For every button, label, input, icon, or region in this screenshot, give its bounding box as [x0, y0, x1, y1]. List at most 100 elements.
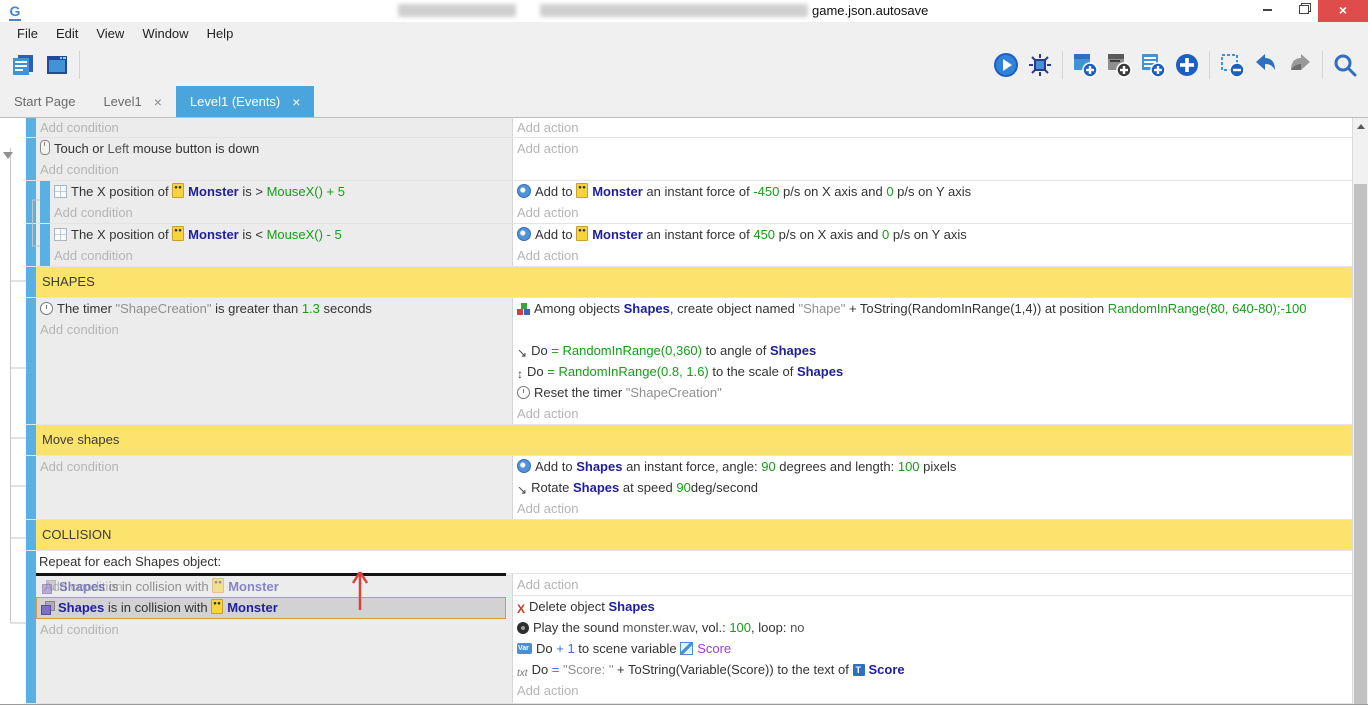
scrollbar-thumb[interactable]: [1354, 184, 1367, 704]
comment-header[interactable]: SHAPES: [36, 267, 1352, 297]
menu-edit[interactable]: Edit: [47, 26, 87, 41]
comment-header[interactable]: Move shapes: [36, 425, 1352, 455]
remove-event-icon[interactable]: [1215, 48, 1249, 82]
subevent-bar[interactable]: [40, 181, 50, 223]
angle-icon: [517, 342, 527, 361]
menu-view[interactable]: View: [87, 26, 133, 41]
action-shapes-rotate[interactable]: Rotate Shapes at speed 90deg/second: [513, 477, 1352, 498]
event-bar[interactable]: [26, 520, 36, 550]
event-touch: Touch or Left mouse button is down Add c…: [26, 138, 1352, 181]
monster-icon: [172, 183, 184, 198]
add-action-link[interactable]: Add action: [513, 680, 1352, 701]
scene-editor-icon[interactable]: [40, 48, 74, 82]
toolbar-separator: [1209, 51, 1210, 79]
action-set-scale[interactable]: Do = RandomInRange(0.8, 1.6) to the scal…: [513, 361, 1352, 382]
event-bar[interactable]: [26, 224, 36, 266]
menu-window[interactable]: Window: [133, 26, 197, 41]
comment-shapes: SHAPES: [26, 267, 1352, 298]
close-tab-icon[interactable]: [292, 94, 300, 110]
mouse-icon: [40, 140, 50, 155]
action-reset-timer[interactable]: Reset the timer "ShapeCreation": [513, 382, 1352, 403]
add-condition-link[interactable]: Add condition: [50, 202, 512, 223]
add-condition-link[interactable]: Add condition: [36, 619, 512, 640]
event-bar[interactable]: [26, 425, 36, 455]
event-bar[interactable]: [26, 181, 36, 223]
tab-start-page[interactable]: Start Page: [0, 86, 89, 117]
event-bar[interactable]: [26, 551, 36, 703]
collision-icon: [42, 580, 55, 593]
project-manager-icon[interactable]: [6, 48, 40, 82]
scale-icon: [517, 363, 523, 382]
action-delete-shapes[interactable]: Delete object Shapes: [513, 596, 1352, 617]
event-bar[interactable]: [26, 138, 36, 180]
rotate-icon: [517, 479, 527, 498]
event-bar[interactable]: [26, 267, 36, 297]
add-action-link[interactable]: Add action: [513, 202, 1352, 223]
toolbar-separator: [1322, 51, 1323, 79]
add-action-link[interactable]: Add action: [513, 403, 1352, 424]
action-update-score-text[interactable]: Do = "Score: " + ToString(Variable(Score…: [513, 659, 1352, 680]
close-tab-icon[interactable]: [154, 94, 162, 110]
app-logo-icon: [6, 2, 24, 20]
add-event-icon[interactable]: [1068, 48, 1102, 82]
event-bar[interactable]: [26, 118, 36, 137]
condition-timer[interactable]: The timer "ShapeCreation" is greater tha…: [36, 298, 512, 319]
foreach-label[interactable]: Repeat for each Shapes object:: [36, 551, 1352, 573]
tab-level1-events[interactable]: Level1 (Events): [176, 86, 315, 117]
event-bar[interactable]: [26, 456, 36, 519]
action-increment-score[interactable]: Do + 1 to scene variable Score: [513, 638, 1352, 659]
add-condition-link[interactable]: Add condition: [36, 118, 512, 137]
redacted-title-segment: [398, 4, 516, 17]
add-circle-icon[interactable]: [1170, 48, 1204, 82]
action-force-left[interactable]: Add to Monster an instant force of -450 …: [513, 181, 1352, 202]
add-condition-link[interactable]: Add condition: [36, 456, 512, 477]
comment-header[interactable]: COLLISION: [36, 520, 1352, 550]
restore-button[interactable]: [1286, 0, 1318, 22]
debug-icon[interactable]: [1023, 48, 1057, 82]
condition-xpos-lt[interactable]: The X position of Monster is < MouseX() …: [50, 224, 512, 245]
drag-ghost-row: Add condition Shapes is in collision wit…: [36, 576, 512, 597]
add-comment-icon[interactable]: [1136, 48, 1170, 82]
add-subevent-icon[interactable]: [1102, 48, 1136, 82]
action-set-angle[interactable]: Do = RandomInRange(0,360) to angle of Sh…: [513, 340, 1352, 361]
menu-bar: File Edit View Window Help: [0, 22, 1368, 44]
add-condition-link[interactable]: Add condition: [50, 245, 512, 266]
redo-icon[interactable]: [1283, 48, 1317, 82]
minimize-button[interactable]: [1250, 0, 1284, 22]
add-action-link[interactable]: Add action: [513, 138, 1352, 159]
position-icon: [54, 185, 67, 198]
search-icon[interactable]: [1328, 48, 1362, 82]
subevent-bar[interactable]: [40, 224, 50, 266]
event-bar[interactable]: [26, 298, 36, 424]
add-action-link[interactable]: Add action: [513, 118, 1352, 137]
toolbar-separator: [1062, 51, 1063, 79]
timer-icon: [40, 302, 53, 315]
condition-collision-selected[interactable]: Shapes is in collision with Monster: [36, 597, 506, 619]
undo-icon[interactable]: [1249, 48, 1283, 82]
create-icon: [517, 303, 530, 315]
play-icon[interactable]: [989, 48, 1023, 82]
monster-icon: [212, 578, 224, 593]
action-shapes-force[interactable]: Add to Shapes an instant force, angle: 9…: [513, 456, 1352, 477]
menu-file[interactable]: File: [8, 26, 47, 41]
action-play-sound[interactable]: Play the sound monster.wav, vol.: 100, l…: [513, 617, 1352, 638]
toolbar: [0, 44, 1368, 86]
action-force-right[interactable]: Add to Monster an instant force of 450 p…: [513, 224, 1352, 245]
action-create-object[interactable]: Among objects Shapes, create object name…: [513, 298, 1352, 340]
menu-help[interactable]: Help: [198, 26, 243, 41]
condition-xpos-gt[interactable]: The X position of Monster is > MouseX() …: [50, 181, 512, 202]
vertical-scrollbar[interactable]: [1352, 118, 1368, 704]
close-button[interactable]: [1318, 0, 1368, 22]
add-action-link[interactable]: Add action: [513, 245, 1352, 266]
scene-variable-icon: [680, 642, 693, 655]
force-icon: [517, 227, 531, 241]
add-action-link[interactable]: Add action: [513, 498, 1352, 519]
sound-icon: [517, 622, 529, 634]
event-foreach-shapes: Repeat for each Shapes object: Add condi…: [26, 551, 1352, 704]
tab-level1[interactable]: Level1: [89, 86, 176, 117]
scroll-up-icon[interactable]: [1353, 118, 1368, 135]
add-action-link[interactable]: Add action: [513, 574, 1352, 596]
add-condition-link[interactable]: Add condition: [36, 159, 512, 180]
add-condition-link[interactable]: Add condition: [36, 319, 512, 340]
condition-touch-or-click[interactable]: Touch or Left mouse button is down: [36, 138, 512, 159]
